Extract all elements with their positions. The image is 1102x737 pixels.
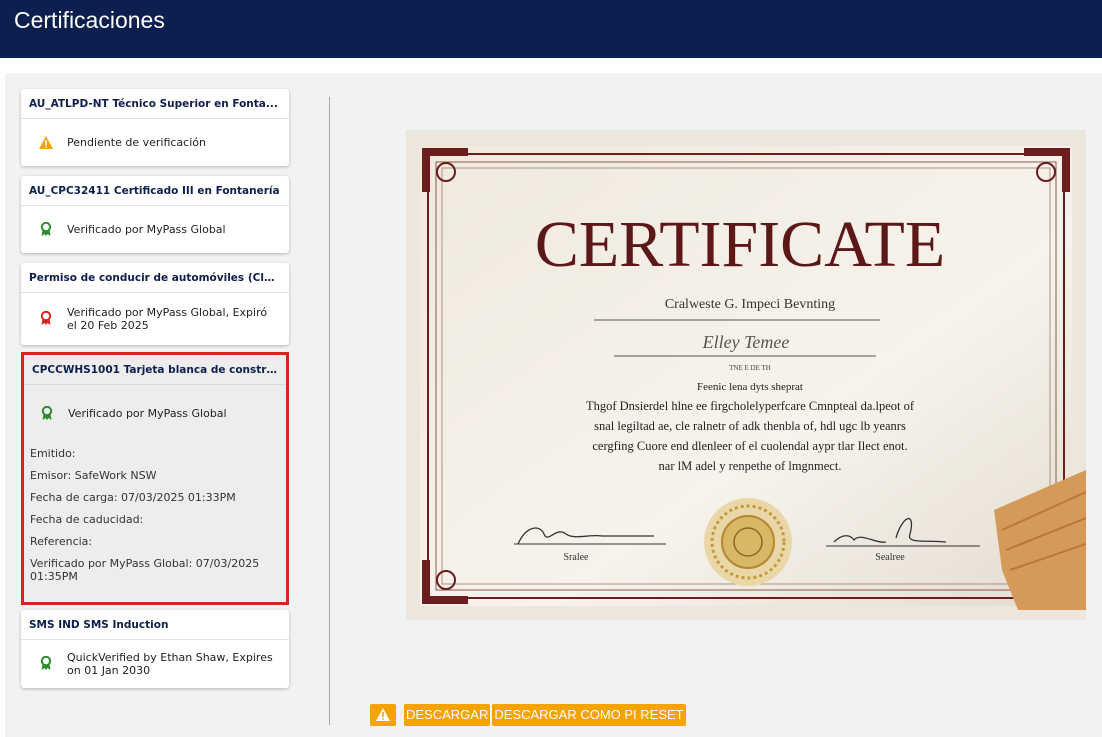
certificate-subtitle: Cralweste G. Impeci Bevnting (665, 297, 835, 312)
verified-badge-icon (36, 405, 58, 421)
card-title: Permiso de conducir de automóviles (Clas… (21, 263, 289, 293)
certificate-body-line: Thgof Dnsierdel hlne ee firgcholelyperfc… (586, 399, 915, 413)
status-row: Verificado por MyPass Global, Expiró el … (21, 293, 289, 344)
warning-button[interactable] (370, 704, 396, 726)
detail-verified: Verificado por MyPass Global: 07/03/2025… (30, 557, 260, 583)
card-title: SMS IND SMS Induction (21, 610, 289, 640)
detail-expiry-date: Fecha de caducidad: (30, 513, 144, 526)
status-text: Verificado por MyPass Global (67, 222, 226, 236)
detail-reference: Referencia: (30, 535, 93, 548)
certification-card-selected[interactable]: CPCCWHS1001 Tarjeta blanca de construc..… (21, 352, 289, 605)
status-text: Pendiente de verificación (67, 135, 206, 149)
warning-icon (376, 706, 390, 725)
certificate-body-line: Feenic lena dyts sheprat (697, 381, 803, 393)
verified-badge-icon (35, 656, 57, 671)
certificate-body-line: cergfing Cuore end dlenleer of el cuolen… (592, 439, 907, 453)
warning-icon (35, 135, 57, 149)
vertical-divider (329, 97, 330, 725)
card-title: AU_CPC32411 Certificado III en Fontanerí… (21, 176, 289, 206)
status-text: Verificado por MyPass Global, Expiró el … (67, 305, 268, 332)
card-title: CPCCWHS1001 Tarjeta blanca de construc..… (24, 355, 286, 385)
expired-badge-icon (35, 311, 57, 326)
detail-issuer: Emisor: SafeWork NSW (30, 469, 157, 482)
certificate-date-line: TNE E DE TH (729, 364, 771, 372)
detail-upload-date: Fecha de carga: 07/03/2025 01:33PM (30, 491, 236, 504)
download-as-button[interactable]: DESCARGAR COMO PI RESET (492, 704, 686, 726)
status-row: QuickVerified by Ethan Shaw, Expires on … (21, 640, 289, 687)
verified-badge-icon (35, 221, 57, 237)
certificate-recipient: Elley Temee (702, 332, 790, 352)
certification-card[interactable]: AU_CPC32411 Certificado III en Fontanerí… (21, 176, 289, 253)
status-text: QuickVerified by Ethan Shaw, Expires on … (67, 650, 273, 677)
detail-issued: Emitido: (30, 447, 76, 460)
status-row: Verificado por MyPass Global (21, 206, 289, 252)
signature-left-label: Sralee (564, 552, 590, 563)
certificate-preview: CERTIFICATE Cralweste G. Impeci Bevnting… (406, 130, 1086, 620)
download-button[interactable]: DESCARGAR (404, 704, 491, 726)
card-title: AU_ATLPD-NT Técnico Superior en Fonta... (21, 89, 289, 119)
certification-card[interactable]: Permiso de conducir de automóviles (Clas… (21, 263, 289, 345)
gold-seal (704, 498, 792, 586)
certificate-body-line: nar lM adel y renpethe of lmgnmect. (659, 459, 842, 473)
viewer-toolbar: DESCARGAR DESCARGAR COMO PI RESET (370, 704, 686, 726)
page-title: Certificaciones (14, 7, 165, 33)
certificate-image: CERTIFICATE Cralweste G. Impeci Bevnting… (406, 130, 1086, 620)
status-text: Verificado por MyPass Global (68, 406, 227, 420)
document-viewer: CERTIFICATE Cralweste G. Impeci Bevnting… (362, 73, 1102, 737)
certificate-body-line: snal legiltad ae, cle ralnetr of adk the… (594, 419, 906, 433)
workspace: AU_ATLPD-NT Técnico Superior en Fonta...… (5, 73, 1102, 737)
certificate-heading: CERTIFICATE (535, 208, 945, 281)
status-row: Verificado por MyPass Global (24, 385, 286, 441)
certifications-list: AU_ATLPD-NT Técnico Superior en Fonta...… (5, 73, 355, 737)
certification-card[interactable]: AU_ATLPD-NT Técnico Superior en Fonta...… (21, 89, 289, 166)
signature-right-label: Sealree (875, 552, 905, 563)
status-row: Pendiente de verificación (21, 119, 289, 165)
certification-card[interactable]: SMS IND SMS Induction QuickVerified by E… (21, 610, 289, 688)
certification-details: Emitido: Emisor: SafeWork NSW Fecha de c… (24, 441, 286, 583)
app-header: Certificaciones (0, 0, 1102, 58)
